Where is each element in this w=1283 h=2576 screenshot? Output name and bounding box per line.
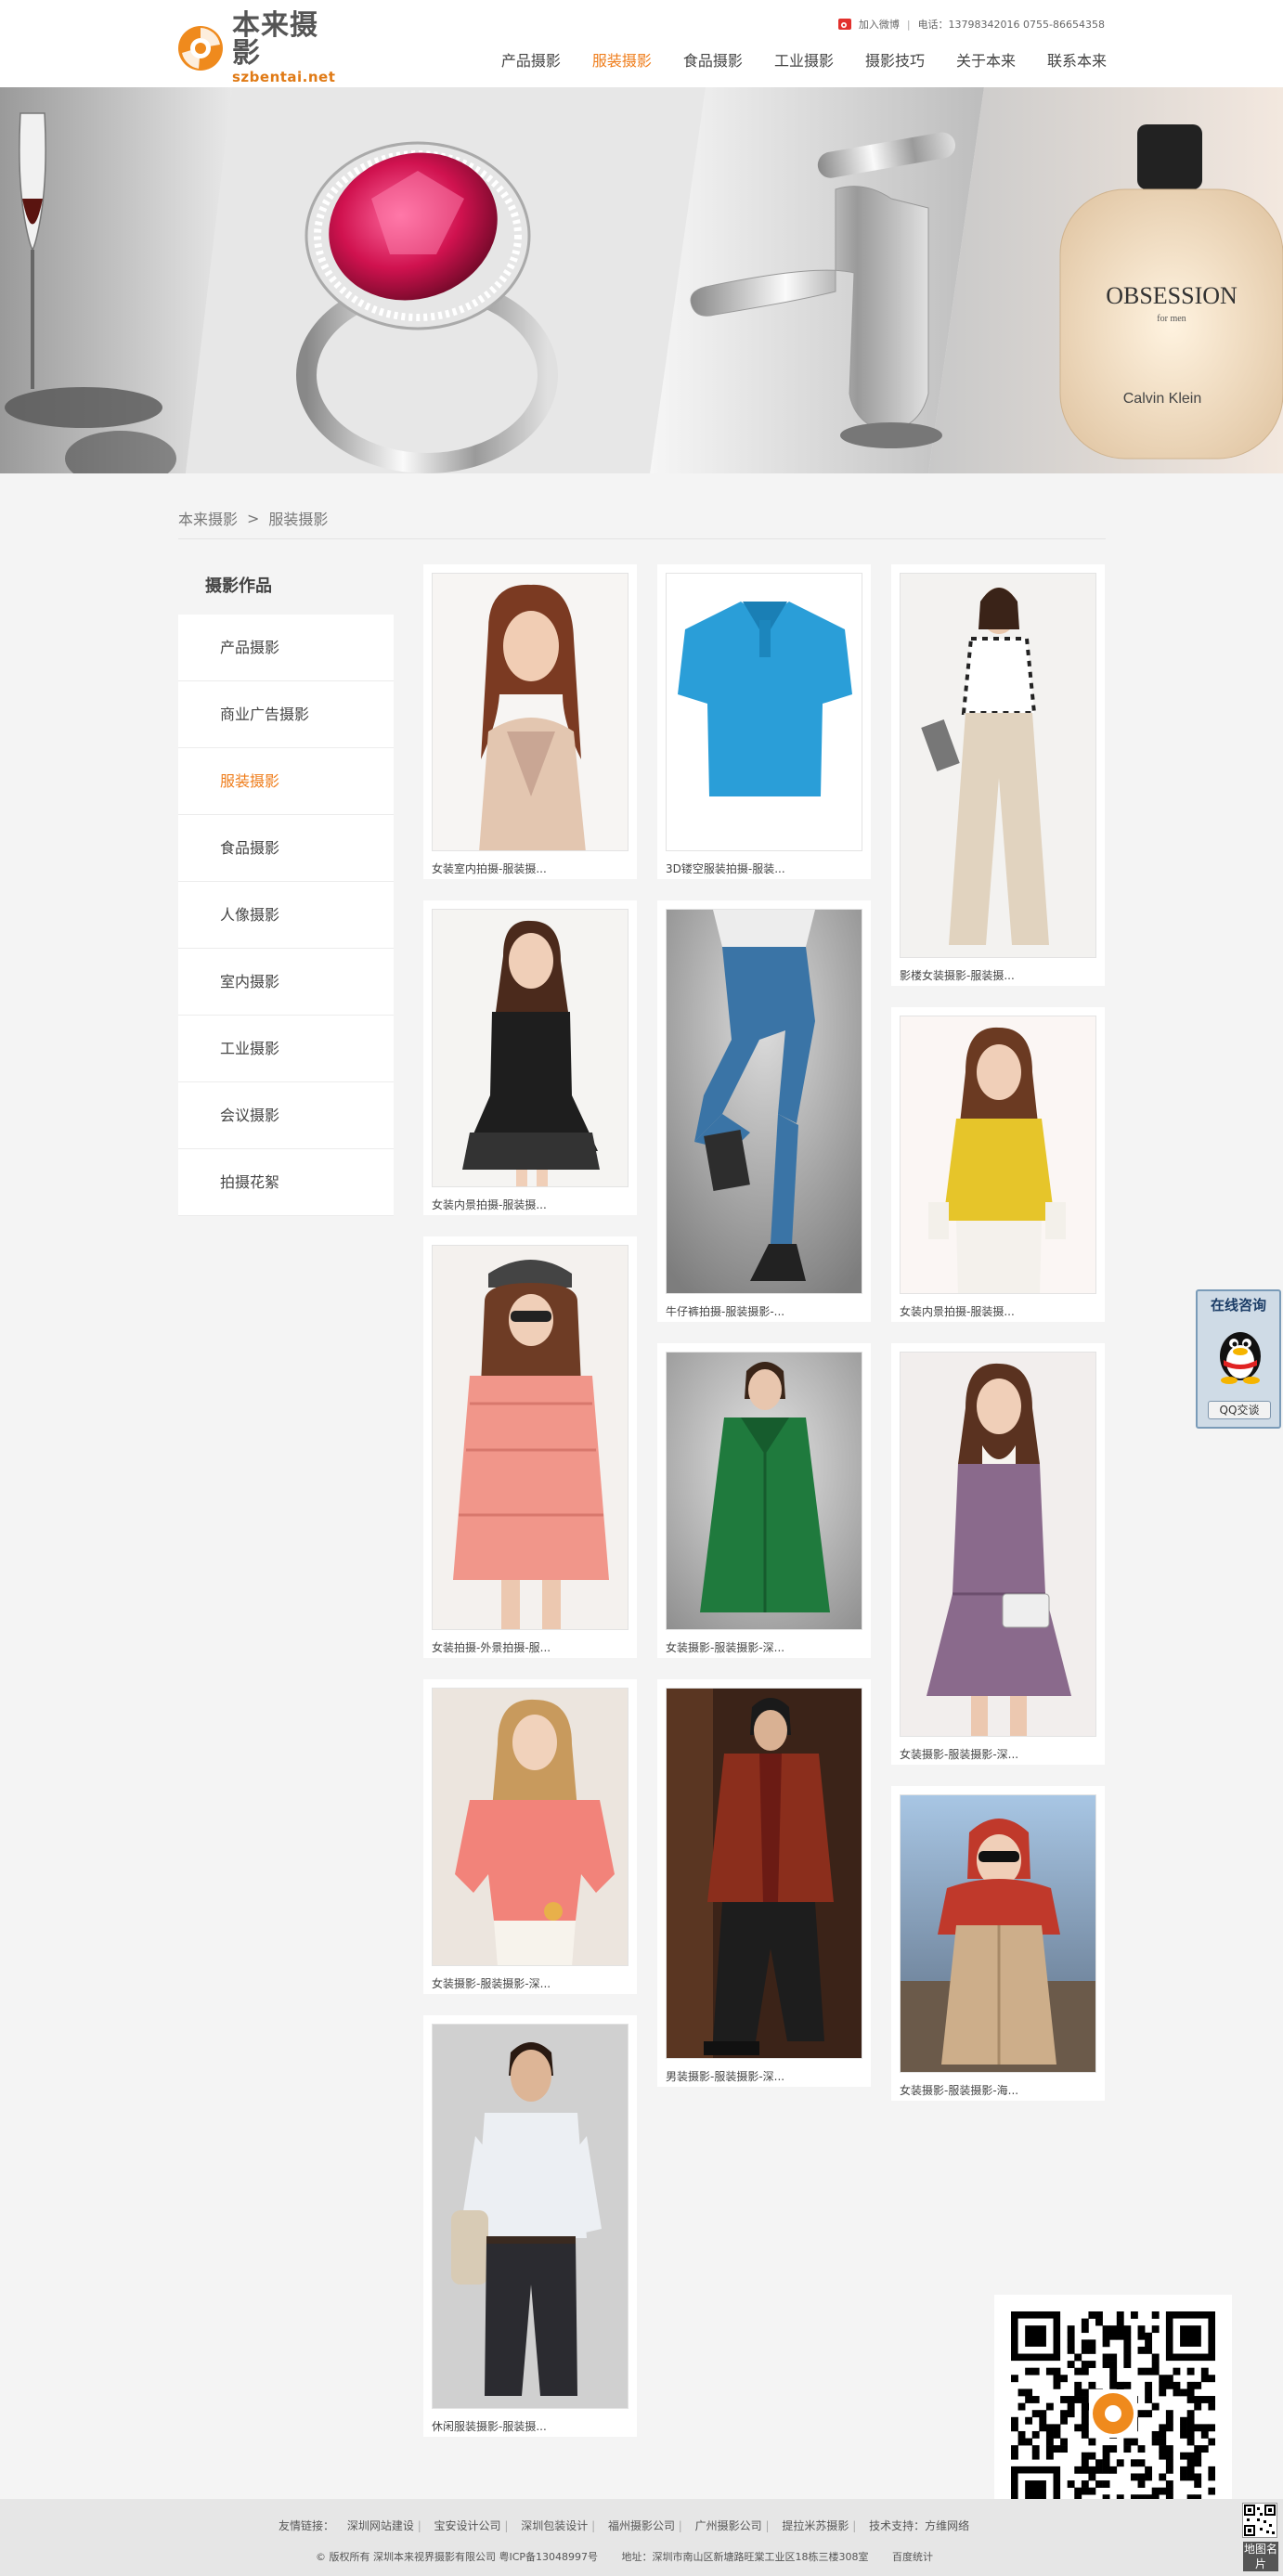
perfume-brand-2: for men [1157, 314, 1186, 324]
stats-link[interactable]: 百度统计 [892, 2551, 933, 2563]
hero-banner: OBSESSION for men Calvin Klein [0, 87, 1283, 473]
sidebar-item-commercial[interactable]: 商业广告摄影 [178, 681, 394, 748]
friend-link[interactable]: 深圳包装设计 [521, 2519, 588, 2532]
copyright-text: © 版权所有 深圳本来视界摄影有限公司 粤ICP备13048997号 [316, 2551, 599, 2563]
gallery-photo [666, 1352, 862, 1630]
online-consult-title: 在线咨询 [1210, 1297, 1266, 1314]
breadcrumb-divider [178, 538, 1106, 539]
gallery-photo [432, 573, 629, 851]
nav-food[interactable]: 食品摄影 [667, 52, 758, 71]
gallery-caption: 女装内景拍摄-服装摄... [432, 1198, 547, 1211]
gallery-caption: 女装摄影-服装摄影-深... [666, 1641, 785, 1654]
gallery-card[interactable]: 女装内景拍摄-服装摄... [423, 900, 637, 1215]
gallery-photo [432, 909, 629, 1187]
gallery-card[interactable]: 休闲服装摄影-服装摄... [423, 2015, 637, 2437]
friend-link[interactable]: 宝安设计公司 [434, 2519, 501, 2532]
gallery-photo [900, 1794, 1096, 2073]
phone-text: 电话：13798342016 0755-86654358 [917, 19, 1105, 31]
map-card-link[interactable]: 地图名片 [1243, 2542, 1278, 2571]
gallery-photo [666, 573, 862, 851]
gallery-photo [900, 573, 1096, 958]
friend-link[interactable]: 提拉米苏摄影 [782, 2519, 849, 2532]
gallery-photo [900, 1016, 1096, 1294]
breadcrumb: 本来摄影 > 服装摄影 [178, 507, 328, 529]
friend-links: 友情链接： 深圳网站建设 | 宝安设计公司 | 深圳包装设计 | 福州摄影公司 … [279, 2519, 970, 2532]
sidebar: 摄影作品 产品摄影 商业广告摄影 服装摄影 食品摄影 人像摄影 室内摄影 工业摄… [178, 559, 394, 1216]
qr-code-icon [1011, 2311, 1216, 2517]
nav-about[interactable]: 关于本来 [940, 52, 1031, 71]
nav-product[interactable]: 产品摄影 [486, 52, 577, 71]
gallery-caption: 牛仔裤拍摄-服装摄影-... [666, 1305, 785, 1318]
qq-penguin-icon [1214, 1319, 1266, 1388]
nav-clothing[interactable]: 服装摄影 [577, 52, 667, 71]
friend-links-label: 友情链接： [279, 2519, 335, 2532]
footer: 友情链接： 深圳网站建设 | 宝安设计公司 | 深圳包装设计 | 福州摄影公司 … [0, 2499, 1283, 2576]
main-nav: 产品摄影 服装摄影 食品摄影 工业摄影 摄影技巧 关于本来 联系本来 [486, 52, 1107, 71]
breadcrumb-home[interactable]: 本来摄影 [178, 507, 238, 529]
gallery-caption: 女装摄影-服装摄影-深... [900, 1748, 1019, 1761]
gallery-card[interactable]: 女装摄影-服装摄影-深... [891, 1343, 1105, 1765]
gallery-photo [432, 1688, 629, 1966]
qr-code-large [994, 2295, 1232, 2532]
gallery-card[interactable]: 3D镂空服装拍摄-服装... [657, 564, 871, 879]
online-consult-widget[interactable]: 在线咨询 QQ交谈 [1196, 1289, 1281, 1429]
sidebar-item-behind-scenes[interactable]: 拍摄花絮 [178, 1149, 394, 1216]
sidebar-item-clothing[interactable]: 服装摄影 [178, 748, 394, 815]
friend-link[interactable]: 广州摄影公司 [695, 2519, 762, 2532]
gallery-card[interactable]: 女装摄影-服装摄影-海... [891, 1786, 1105, 2101]
friend-link[interactable]: 福州摄影公司 [608, 2519, 675, 2532]
gallery-caption: 女装摄影-服装摄影-深... [432, 1977, 551, 1990]
sidebar-item-portrait[interactable]: 人像摄影 [178, 882, 394, 949]
gallery-caption: 男装摄影-服装摄影-深... [666, 2070, 785, 2083]
weibo-icon [837, 19, 851, 30]
header: 本来摄影 szbentai.net 加入微博 | 电话：13798342016 … [0, 0, 1283, 87]
qq-chat-button[interactable]: QQ交谈 [1208, 1401, 1271, 1419]
banner-image: OBSESSION for men Calvin Klein [0, 87, 1283, 473]
breadcrumb-current[interactable]: 服装摄影 [268, 507, 328, 529]
logo-title: 本来摄影 [232, 9, 318, 70]
address-text: 地址：深圳市南山区新塘路旺棠工业区18栋三楼308室 [621, 2551, 869, 2563]
sidebar-title: 摄影作品 [205, 576, 272, 596]
gallery-card[interactable]: 女装室内拍摄-服装摄... [423, 564, 637, 879]
gallery-caption: 影楼女装摄影-服装摄... [900, 969, 1015, 982]
perfume-brand-1: OBSESSION [1106, 282, 1238, 309]
logo-domain: szbentai.net [232, 69, 336, 85]
weibo-link[interactable]: 加入微博 [859, 17, 900, 32]
gallery-photo [900, 1352, 1096, 1737]
nav-industrial[interactable]: 工业摄影 [758, 52, 849, 71]
sidebar-item-food[interactable]: 食品摄影 [178, 815, 394, 882]
logo[interactable]: 本来摄影 szbentai.net [176, 12, 343, 84]
sidebar-item-industrial[interactable]: 工业摄影 [178, 1016, 394, 1082]
gallery-card[interactable]: 女装摄影-服装摄影-深... [657, 1343, 871, 1658]
breadcrumb-separator: > [247, 509, 260, 527]
gallery-card[interactable]: 女装内景拍摄-服装摄... [891, 1007, 1105, 1322]
sidebar-item-conference[interactable]: 会议摄影 [178, 1082, 394, 1149]
copyright-line: © 版权所有 深圳本来视界摄影有限公司 粤ICP备13048997号 地址：深圳… [316, 2549, 933, 2564]
gallery-photo [432, 2024, 629, 2409]
gallery-card[interactable]: 牛仔裤拍摄-服装摄影-... [657, 900, 871, 1322]
gallery-caption: 女装室内拍摄-服装摄... [432, 862, 547, 875]
top-links: 加入微博 | 电话：13798342016 0755-86654358 [837, 17, 1105, 32]
sidebar-item-interior[interactable]: 室内摄影 [178, 949, 394, 1016]
gallery-photo [666, 909, 862, 1294]
small-qr-icon[interactable] [1242, 2503, 1277, 2538]
gallery-card[interactable]: 女装摄影-服装摄影-深... [423, 1679, 637, 1994]
gallery-card[interactable]: 男装摄影-服装摄影-深... [657, 1679, 871, 2087]
gallery-caption: 女装摄影-服装摄影-海... [900, 2084, 1019, 2097]
gallery-photo [666, 1688, 862, 2059]
gallery-card[interactable]: 影楼女装摄影-服装摄... [891, 564, 1105, 986]
gallery-caption: 3D镂空服装拍摄-服装... [666, 862, 785, 875]
sidebar-item-product[interactable]: 产品摄影 [178, 615, 394, 681]
nav-tips[interactable]: 摄影技巧 [849, 52, 940, 71]
perfume-brand-3: Calvin Klein [1123, 391, 1201, 407]
gallery-caption: 女装内景拍摄-服装摄... [900, 1305, 1015, 1318]
friend-link[interactable]: 深圳网站建设 [347, 2519, 414, 2532]
gallery-caption: 女装拍摄-外景拍摄-服... [432, 1641, 551, 1654]
nav-contact[interactable]: 联系本来 [1031, 52, 1107, 71]
gallery-caption: 休闲服装摄影-服装摄... [432, 2420, 547, 2433]
gallery-photo [432, 1245, 629, 1630]
logo-icon [176, 24, 225, 72]
tech-support: 技术支持：方维网络 [869, 2519, 970, 2532]
gallery-card[interactable]: 女装拍摄-外景拍摄-服... [423, 1236, 637, 1658]
